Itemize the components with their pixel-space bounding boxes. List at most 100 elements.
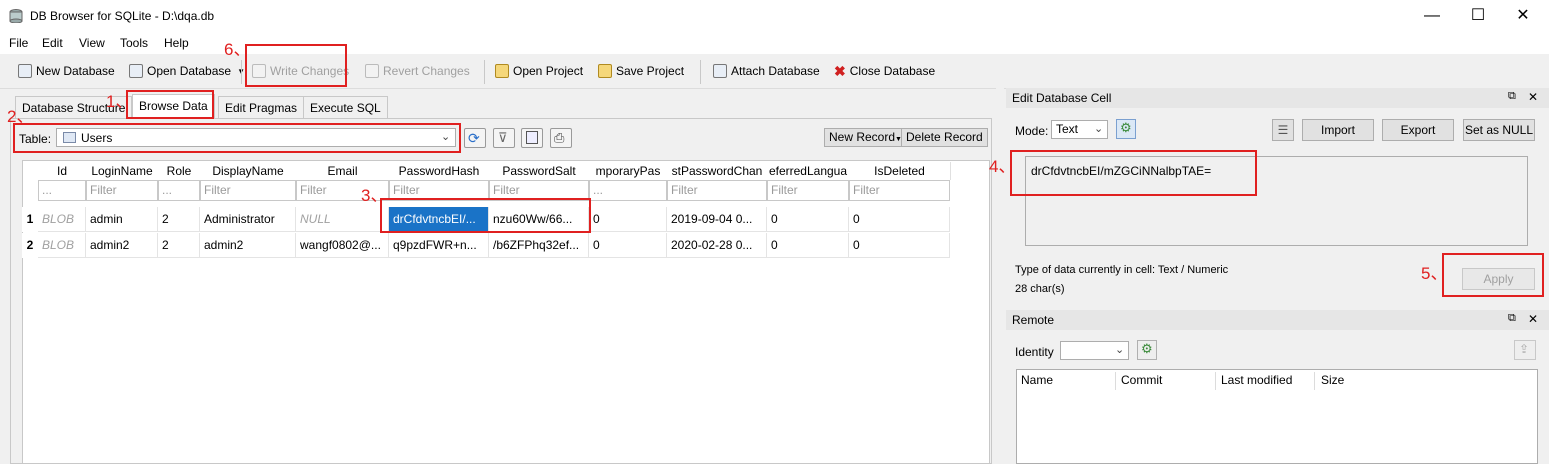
- column-header-lastpasswordchange[interactable]: stPasswordChan: [667, 162, 768, 180]
- new-database-button[interactable]: New Database: [18, 62, 115, 80]
- table-cell[interactable]: /b6ZFPhq32ef...: [489, 233, 589, 258]
- annotation-box-table-select: [13, 123, 461, 153]
- table-cell[interactable]: BLOB: [38, 233, 86, 258]
- tab-execute-sql[interactable]: Execute SQL: [303, 96, 388, 119]
- menu-edit[interactable]: Edit: [42, 36, 63, 50]
- database-app-icon: [9, 9, 23, 24]
- column-header-displayname[interactable]: DisplayName: [200, 162, 297, 180]
- refresh-button[interactable]: ⟳: [464, 128, 486, 148]
- save-project-button[interactable]: Save Project: [598, 62, 684, 80]
- row-number[interactable]: 1: [22, 207, 38, 232]
- annotation-number-4: 4、: [989, 157, 1016, 176]
- float-dock-icon[interactable]: ⧉: [1508, 90, 1516, 103]
- table-cell[interactable]: 0: [589, 207, 667, 232]
- remote-dock-title: Remote: [1006, 310, 1549, 330]
- filter-preferredlanguage[interactable]: Filter: [767, 180, 849, 201]
- set-as-null-button[interactable]: Set as NULL: [1463, 119, 1535, 141]
- folder-icon: [495, 64, 509, 78]
- column-header-passwordsalt[interactable]: PasswordSalt: [489, 162, 590, 180]
- table-cell[interactable]: 2: [158, 233, 200, 258]
- table-cell[interactable]: 0: [849, 207, 950, 232]
- column-header-preferredlanguage[interactable]: eferredLangua: [767, 162, 850, 180]
- delete-record-button[interactable]: Delete Record: [901, 128, 988, 147]
- new-database-label: New Database: [36, 64, 115, 78]
- attach-database-button[interactable]: Attach Database: [713, 62, 820, 80]
- column-header-isdeleted[interactable]: IsDeleted: [849, 162, 951, 180]
- table-cell[interactable]: 2: [158, 207, 200, 232]
- filter-isdeleted[interactable]: Filter: [849, 180, 950, 201]
- menu-file[interactable]: File: [9, 36, 28, 50]
- save-project-label: Save Project: [616, 64, 685, 78]
- filter-displayname[interactable]: Filter: [200, 180, 296, 201]
- clear-filters-button[interactable]: ⊽: [493, 128, 515, 148]
- filter-id[interactable]: ...: [38, 180, 86, 201]
- close-database-label: Close Database: [849, 64, 936, 78]
- close-dock-icon[interactable]: ✕: [1528, 312, 1538, 326]
- table-cell[interactable]: 0: [849, 233, 950, 258]
- remote-column-size[interactable]: Size: [1321, 369, 1344, 391]
- column-header-passwordhash[interactable]: PasswordHash: [389, 162, 490, 180]
- close-database-button[interactable]: ✖ Close Database: [834, 62, 935, 80]
- filter-clear-icon: ⊽: [498, 130, 508, 145]
- filter-temporarypassword[interactable]: ...: [589, 180, 667, 201]
- table-cell[interactable]: 0: [767, 207, 849, 232]
- print-button[interactable]: ⎙: [550, 128, 572, 148]
- tab-edit-pragmas[interactable]: Edit Pragmas: [218, 96, 305, 119]
- open-project-button[interactable]: Open Project: [495, 62, 583, 80]
- open-database-icon: [129, 64, 143, 78]
- filter-loginname[interactable]: Filter: [86, 180, 158, 201]
- revert-changes-icon: [365, 64, 379, 78]
- splitter-handle[interactable]: [996, 88, 1004, 464]
- column-header-loginname[interactable]: LoginName: [86, 162, 159, 180]
- new-record-button[interactable]: New Record▼: [824, 128, 907, 147]
- remote-column-last-modified[interactable]: Last modified: [1221, 369, 1292, 391]
- table-cell[interactable]: 0: [589, 233, 667, 258]
- maximize-button[interactable]: ☐: [1455, 0, 1501, 32]
- table-cell[interactable]: admin2: [200, 233, 296, 258]
- column-header-id[interactable]: Id: [38, 162, 87, 180]
- table-cell[interactable]: 2020-02-28 0...: [667, 233, 767, 258]
- save-project-icon: [598, 64, 612, 78]
- table-cell[interactable]: 0: [767, 233, 849, 258]
- table-cell[interactable]: admin2: [86, 233, 158, 258]
- column-header-temporarypassword[interactable]: mporaryPas: [589, 162, 668, 180]
- word-wrap-button[interactable]: ☰: [1272, 119, 1294, 141]
- remote-column-commit[interactable]: Commit: [1121, 369, 1162, 391]
- identity-settings-button[interactable]: ⚙: [1137, 340, 1157, 360]
- table-cell[interactable]: NULL: [296, 207, 389, 232]
- save-table-as-button[interactable]: [521, 128, 543, 148]
- filter-lastpasswordchange[interactable]: Filter: [667, 180, 767, 201]
- table-cell[interactable]: 2019-09-04 0...: [667, 207, 767, 232]
- close-dock-icon[interactable]: ✕: [1528, 90, 1538, 104]
- table-cell[interactable]: BLOB: [38, 207, 86, 232]
- filter-role[interactable]: ...: [158, 180, 200, 201]
- open-database-button[interactable]: Open Database ▼: [129, 62, 245, 80]
- word-wrap-icon: ☰: [1277, 123, 1289, 137]
- remote-push-button[interactable]: ⇪: [1514, 340, 1536, 360]
- float-dock-icon[interactable]: ⧉: [1508, 312, 1516, 325]
- auto-switch-mode-button[interactable]: ⚙: [1116, 119, 1136, 139]
- menu-help[interactable]: Help: [164, 36, 189, 50]
- table-cell[interactable]: q9pzdFWR+n...: [389, 233, 489, 258]
- import-button[interactable]: Import: [1302, 119, 1374, 141]
- export-button[interactable]: Export: [1382, 119, 1454, 141]
- toolbar-separator: [700, 60, 701, 84]
- mode-select-value: Text: [1056, 122, 1079, 136]
- minimize-button[interactable]: —: [1409, 0, 1455, 32]
- save-table-icon: [526, 131, 538, 144]
- remote-column-name[interactable]: Name: [1021, 369, 1053, 391]
- revert-changes-button[interactable]: Revert Changes: [365, 62, 470, 80]
- chevron-down-icon: ⌄: [1094, 123, 1104, 135]
- menu-view[interactable]: View: [79, 36, 105, 50]
- menu-tools[interactable]: Tools: [120, 36, 148, 50]
- column-header-role[interactable]: Role: [158, 162, 201, 180]
- table-cell[interactable]: Administrator: [200, 207, 296, 232]
- table-cell[interactable]: admin: [86, 207, 158, 232]
- identity-select[interactable]: ⌄: [1060, 341, 1129, 360]
- table-cell[interactable]: wangf0802@...: [296, 233, 389, 258]
- column-divider: [1115, 372, 1116, 390]
- mode-select[interactable]: Text ⌄: [1051, 120, 1108, 139]
- column-header-email[interactable]: Email: [296, 162, 390, 180]
- close-window-button[interactable]: ✕: [1500, 0, 1546, 32]
- row-number[interactable]: 2: [22, 233, 38, 258]
